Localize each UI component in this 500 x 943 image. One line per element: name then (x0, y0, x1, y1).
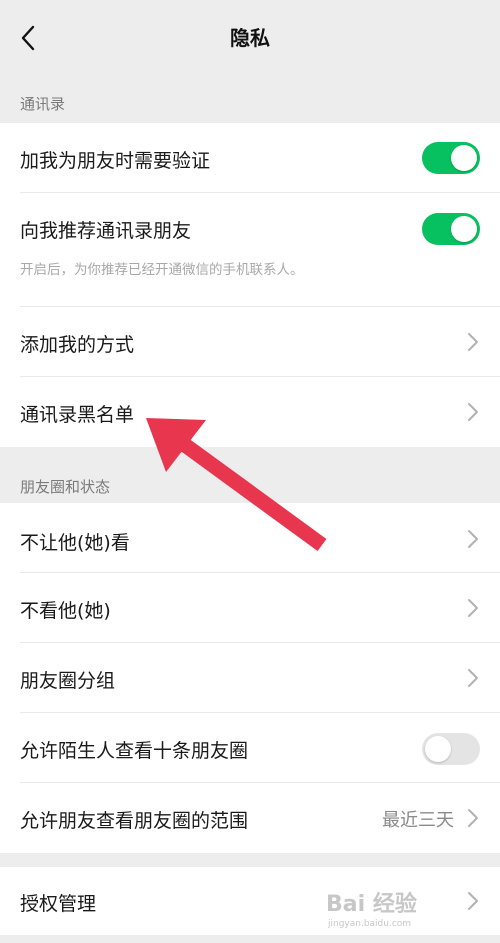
row-label: 添加我的方式 (20, 334, 135, 356)
row-label: 允许陌生人查看十条朋友圈 (20, 740, 249, 762)
row-hide-their-moments[interactable]: 不看他(她) (0, 573, 500, 643)
row-strangers-view-ten[interactable]: 允许陌生人查看十条朋友圈 (0, 713, 500, 783)
strangers-view-toggle[interactable] (422, 733, 480, 765)
nav-bar: 隐私 (0, 0, 500, 80)
chevron-right-icon (468, 333, 478, 351)
section-label-moments: 朋友圈和状态 (20, 478, 111, 496)
page-title: 隐私 (230, 26, 270, 50)
row-label: 不看他(她) (20, 600, 111, 622)
section-label-contacts: 通讯录 (20, 95, 66, 113)
row-label: 加我为朋友时需要验证 (20, 150, 211, 172)
row-add-me-methods[interactable]: 添加我的方式 (0, 307, 500, 377)
chevron-right-icon (468, 599, 478, 617)
baidu-watermark-logo: Bai 经验 jingyan.baidu.com (326, 891, 417, 929)
row-recommend-contacts[interactable]: 向我推荐通讯录朋友 开启后，为你推荐已经开通微信的手机联系人。 (0, 193, 500, 307)
chevron-right-icon (468, 403, 478, 421)
row-subtext: 开启后，为你推荐已经开通微信的手机联系人。 (20, 262, 304, 278)
row-moments-groups[interactable]: 朋友圈分组 (0, 643, 500, 713)
row-label: 朋友圈分组 (20, 670, 116, 692)
row-label: 不让他(她)看 (20, 532, 130, 554)
row-label: 向我推荐通讯录朋友 (20, 220, 192, 242)
row-moments-visible-range[interactable]: 允许朋友查看朋友圈的范围 最近三天 (0, 783, 500, 853)
verification-toggle[interactable] (422, 142, 480, 174)
chevron-right-icon (468, 530, 478, 548)
row-hide-moments-from[interactable]: 不让他(她)看 (0, 503, 500, 573)
contacts-group: 加我为朋友时需要验证 向我推荐通讯录朋友 开启后，为你推荐已经开通微信的手机联系… (0, 123, 500, 447)
moments-group: 不让他(她)看 不看他(她) 朋友圈分组 允许陌生人查看十条朋友圈 允许朋友查看… (0, 503, 500, 853)
chevron-right-icon (468, 809, 478, 827)
chevron-right-icon (468, 669, 478, 687)
recommend-contacts-toggle[interactable] (422, 213, 480, 245)
row-label: 通讯录黑名单 (20, 404, 135, 426)
svg-text:Bai 经验: Bai 经验 (326, 891, 417, 917)
row-label: 授权管理 (20, 893, 97, 915)
svg-text:jingyan.baidu.com: jingyan.baidu.com (327, 919, 411, 929)
row-require-verification[interactable]: 加我为朋友时需要验证 (0, 123, 500, 193)
visible-range-value: 最近三天 (382, 810, 454, 831)
row-contacts-blacklist[interactable]: 通讯录黑名单 (0, 377, 500, 447)
row-label: 允许朋友查看朋友圈的范围 (20, 810, 249, 832)
